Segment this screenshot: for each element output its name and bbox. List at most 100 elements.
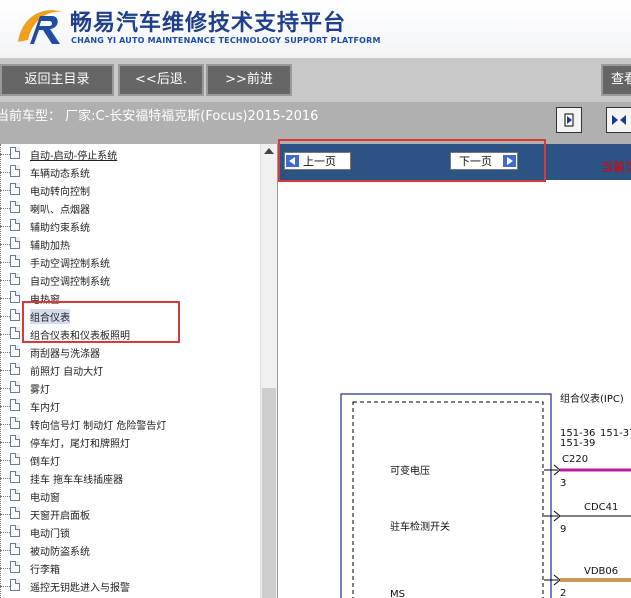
document-icon: [10, 183, 20, 195]
scroll-up-arrow-icon[interactable]: [264, 148, 274, 154]
tree-item-label[interactable]: 电动窗: [30, 489, 60, 504]
document-icon: [10, 291, 20, 303]
tree-item[interactable]: 电动转向控制: [0, 181, 260, 199]
tree-item[interactable]: 自动-启动-停止系统: [0, 145, 260, 163]
pager-highlight-box: [278, 139, 546, 182]
vehicle-model-text: 当前车型： 厂家:C-长安福特福克斯(Focus)2015-2016: [0, 109, 319, 124]
document-icon: [10, 201, 20, 213]
back-button[interactable]: <<后退.: [118, 64, 204, 96]
tree-item[interactable]: 辅助约束系统: [0, 217, 260, 235]
tree-item[interactable]: 车内灯: [0, 397, 260, 415]
svg-text:9: 9: [560, 524, 566, 535]
view-button[interactable]: 查看: [601, 64, 631, 96]
tree-item[interactable]: 转向信号灯 制动灯 危险警告灯: [0, 415, 260, 433]
wiring-diagram: 组合仪表(IPC) 151-36 151-39 151-37 可变电压 驻车检测…: [340, 392, 631, 598]
wire-vdb06: VDB06 2: [544, 566, 631, 598]
tree-branch-line: [0, 442, 10, 443]
scroll-thumb[interactable]: [262, 388, 276, 598]
tree-branch-line: [0, 388, 10, 389]
tree-item-label[interactable]: 自动空调控制系统: [30, 273, 110, 288]
document-icon: [10, 435, 20, 447]
tree-item[interactable]: 停车灯，尾灯和牌照灯: [0, 433, 260, 451]
tree-branch-line: [0, 550, 10, 551]
document-icon: [10, 381, 20, 393]
brand-logo-icon: [18, 10, 62, 44]
home-button[interactable]: 返回主目录: [0, 64, 114, 96]
tree-item[interactable]: 电动门锁: [0, 523, 260, 541]
document-icon: [10, 399, 20, 411]
tree-item-label[interactable]: 遥控无钥匙进入与报警: [30, 579, 130, 594]
tree-item[interactable]: 雨刮器与洗涤器: [0, 343, 260, 361]
document-icon: [10, 543, 20, 555]
tree-branch-line: [0, 586, 10, 587]
document-icon: [10, 309, 20, 321]
tree-item-label[interactable]: 倒车灯: [30, 453, 60, 468]
ipc-module-outline: [340, 393, 552, 598]
expand-panel-icon: [612, 115, 626, 125]
tree-branch-line: [0, 262, 10, 263]
tree-item[interactable]: 倒车灯: [0, 451, 260, 469]
tree-scrollbar[interactable]: [260, 144, 278, 598]
app-header: 畅易汽车维修技术支持平台 CHANG YI AUTO MAINTENANCE T…: [0, 0, 631, 58]
tree-item-label[interactable]: 天窗开启面板: [30, 507, 90, 522]
tree-item[interactable]: 车辆动态系统: [0, 163, 260, 181]
svg-text:C220: C220: [562, 454, 588, 465]
ipc-module-inner: [352, 401, 544, 598]
document-icon: [10, 219, 20, 231]
app-subtitle: CHANG YI AUTO MAINTENANCE TECHNOLOGY SUP…: [71, 36, 381, 45]
tree-item-label[interactable]: 车内灯: [30, 399, 60, 414]
tree-item[interactable]: 喇叭、点烟器: [0, 199, 260, 217]
tree-item-label[interactable]: 手动空调控制系统: [30, 255, 110, 270]
tree-item-label[interactable]: 辅助约束系统: [30, 219, 90, 234]
tree-item[interactable]: 被动防盗系统: [0, 541, 260, 559]
tree-branch-line: [0, 334, 10, 335]
signal-variable-voltage: 可变电压: [390, 464, 430, 477]
tree-item-label[interactable]: 电动门锁: [30, 525, 70, 540]
svg-text:CDC41: CDC41: [584, 502, 618, 513]
tree-item[interactable]: 辅助加热: [0, 235, 260, 253]
tree-item[interactable]: 遥控无钥匙进入与报警: [0, 577, 260, 595]
expand-panel-button[interactable]: [606, 107, 631, 133]
document-icon: [10, 363, 20, 375]
collapse-panel-button[interactable]: [556, 107, 582, 133]
tree-item[interactable]: 雾灯: [0, 379, 260, 397]
forward-button[interactable]: >>前进: [206, 64, 292, 96]
tree-item-label[interactable]: 被动防盗系统: [30, 543, 90, 558]
tree-item-label[interactable]: 自动-启动-停止系统: [30, 147, 117, 162]
svg-text:3: 3: [560, 478, 566, 489]
pins-b: 151-39: [560, 438, 595, 449]
signal-parking-switch: 驻车检测开关: [390, 520, 450, 533]
pins-c: 151-37: [600, 428, 631, 439]
tree-branch-line: [0, 424, 10, 425]
tree-branch-line: [0, 370, 10, 371]
tree-item[interactable]: 自动空调控制系统: [0, 271, 260, 289]
tree-item-label[interactable]: 转向信号灯 制动灯 危险警告灯: [30, 417, 166, 432]
tree-item-label[interactable]: 电动转向控制: [30, 183, 90, 198]
tree-branch-line: [0, 280, 10, 281]
tree-item[interactable]: 前照灯 自动大灯: [0, 361, 260, 379]
tree-branch-line: [0, 226, 10, 227]
tree-item-label[interactable]: 前照灯 自动大灯: [30, 363, 103, 378]
tree-item-label[interactable]: 挂车 拖车车线插座器: [30, 471, 123, 486]
tree-highlight-box: [22, 301, 180, 343]
tree-item-label[interactable]: 行李箱: [30, 561, 60, 576]
tree-item-label[interactable]: 雾灯: [30, 381, 50, 396]
tree-item[interactable]: 行李箱: [0, 559, 260, 577]
tree-item-label[interactable]: 雨刮器与洗涤器: [30, 345, 100, 360]
tree-item[interactable]: 手动空调控制系统: [0, 253, 260, 271]
tree-item-label[interactable]: 辅助加热: [30, 237, 70, 252]
tree-item[interactable]: 电动窗: [0, 487, 260, 505]
tree-item-label[interactable]: 喇叭、点烟器: [30, 201, 90, 216]
tree-item[interactable]: 天窗开启面板: [0, 505, 260, 523]
document-icon: [10, 147, 20, 159]
tree-item[interactable]: 挂车 拖车车线插座器: [0, 469, 260, 487]
tree-branch-line: [0, 154, 10, 155]
document-icon: [10, 327, 20, 339]
tree-branch-line: [0, 460, 10, 461]
tree-item-label[interactable]: 车辆动态系统: [30, 165, 90, 180]
tree-item-label[interactable]: 停车灯，尾灯和牌照灯: [30, 435, 130, 450]
document-icon: [10, 525, 20, 537]
tree-branch-line: [0, 172, 10, 173]
document-icon: [10, 579, 20, 591]
document-icon: [10, 561, 20, 573]
